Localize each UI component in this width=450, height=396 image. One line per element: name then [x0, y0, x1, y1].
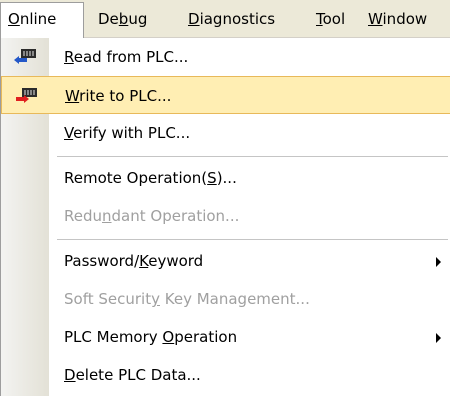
menu-online-rest: nline	[19, 10, 57, 28]
menu-debug[interactable]: Debug	[98, 0, 147, 38]
menu-item-delete-plc-data[interactable]: Delete PLC Data...	[1, 356, 450, 394]
menu-item-label: Password/Keyword	[64, 252, 204, 270]
menu-item-label: Verify with PLC...	[64, 124, 191, 142]
menu-item-label: Redundant Operation...	[64, 207, 240, 225]
menu-item-password-keyword[interactable]: Password/Keyword	[1, 242, 450, 280]
write-to-plc-icon	[14, 86, 38, 106]
menu-item-plc-memory-operation[interactable]: PLC Memory Operation	[1, 318, 450, 356]
online-dropdown-menu: Read from PLC... Write to PLC... Verify …	[0, 38, 450, 396]
menu-window[interactable]: Window	[368, 0, 427, 38]
menu-item-write-to-plc[interactable]: Write to PLC...	[1, 76, 450, 114]
menu-item-redundant-operation: Redundant Operation...	[1, 197, 450, 235]
menu-item-label: Write to PLC...	[65, 87, 172, 105]
menu-item-read-from-plc[interactable]: Read from PLC...	[1, 38, 450, 76]
menu-item-verify-with-plc[interactable]: Verify with PLC...	[1, 114, 450, 152]
menu-item-remote-operation[interactable]: Remote Operation(S)...	[1, 159, 450, 197]
menu-separator	[57, 156, 448, 157]
menu-item-label: Soft Security Key Management...	[64, 290, 310, 308]
read-from-plc-icon	[13, 47, 37, 67]
menu-separator	[57, 239, 448, 240]
menu-item-label: PLC Memory Operation	[64, 328, 238, 346]
menu-online[interactable]: Online	[0, 2, 84, 38]
menu-item-soft-security-key-management: Soft Security Key Management...	[1, 280, 450, 318]
menu-item-label: Read from PLC...	[64, 48, 189, 66]
menu-tool[interactable]: Tool	[316, 0, 345, 38]
menu-bar: Online Debug Diagnostics Tool Window	[0, 0, 450, 38]
submenu-arrow-icon	[436, 333, 441, 343]
menu-item-label: Remote Operation(S)...	[64, 169, 237, 187]
menu-item-label: Delete PLC Data...	[64, 366, 201, 384]
submenu-arrow-icon	[436, 257, 441, 267]
menu-diagnostics[interactable]: Diagnostics	[188, 0, 275, 38]
